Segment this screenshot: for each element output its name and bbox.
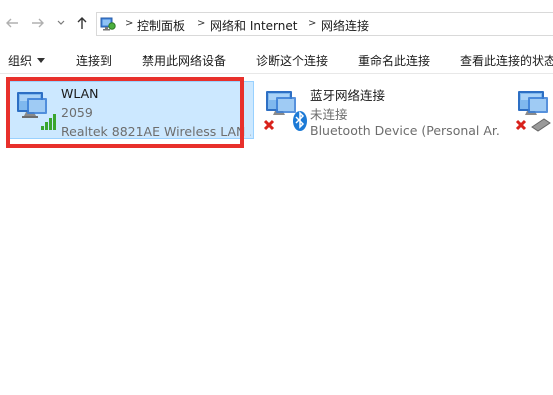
caret-down-icon [37, 58, 46, 63]
back-button[interactable] [4, 15, 20, 31]
chevron-down-icon [57, 20, 65, 25]
organize-label: 组织 [8, 54, 33, 68]
breadcrumb-network-connections[interactable]: 网络连接 [321, 17, 369, 34]
breadcrumb-separator[interactable]: > [197, 18, 205, 29]
connection-status: 未连接 [310, 107, 348, 122]
breadcrumb-control-panel[interactable]: 控制面板 [137, 17, 185, 34]
forward-button[interactable] [30, 15, 46, 31]
arrow-right-icon [32, 18, 44, 28]
ethernet-network-icon [514, 87, 553, 135]
bluetooth-network-icon [262, 87, 310, 135]
address-row: > 控制面板 > 网络和 Internet > 网络连接 [0, 0, 553, 46]
up-button[interactable] [74, 15, 90, 31]
connection-device: Bluetooth Device (Personal Ar... [310, 123, 500, 138]
connection-item-bluetooth[interactable]: 蓝牙网络连接 未连接 Bluetooth Device (Personal Ar… [258, 81, 504, 139]
organize-menu[interactable]: 组织 [8, 52, 46, 69]
breadcrumb-separator[interactable]: > [125, 18, 133, 29]
connection-item-ethernet[interactable] [510, 81, 553, 139]
breadcrumb-network-internet[interactable]: 网络和 Internet [210, 17, 297, 34]
arrow-up-icon [77, 17, 87, 29]
connect-to-button[interactable]: 连接到 [76, 52, 112, 69]
recent-locations-button[interactable] [56, 18, 66, 28]
arrow-left-icon [6, 18, 18, 28]
diagnose-button[interactable]: 诊断这个连接 [256, 52, 328, 69]
highlight-annotation [6, 77, 244, 148]
command-bar: 组织 连接到 禁用此网络设备 诊断这个连接 重命名此连接 查看此连接的状态 [0, 46, 553, 74]
address-bar[interactable]: > 控制面板 > 网络和 Internet > 网络连接 [96, 12, 553, 36]
rename-button[interactable]: 重命名此连接 [358, 52, 430, 69]
breadcrumb-separator[interactable]: > [308, 18, 316, 29]
view-status-button[interactable]: 查看此连接的状态 [460, 52, 553, 69]
disable-device-button[interactable]: 禁用此网络设备 [142, 52, 226, 69]
control-panel-icon [100, 16, 116, 32]
connection-name: 蓝牙网络连接 [310, 88, 386, 103]
